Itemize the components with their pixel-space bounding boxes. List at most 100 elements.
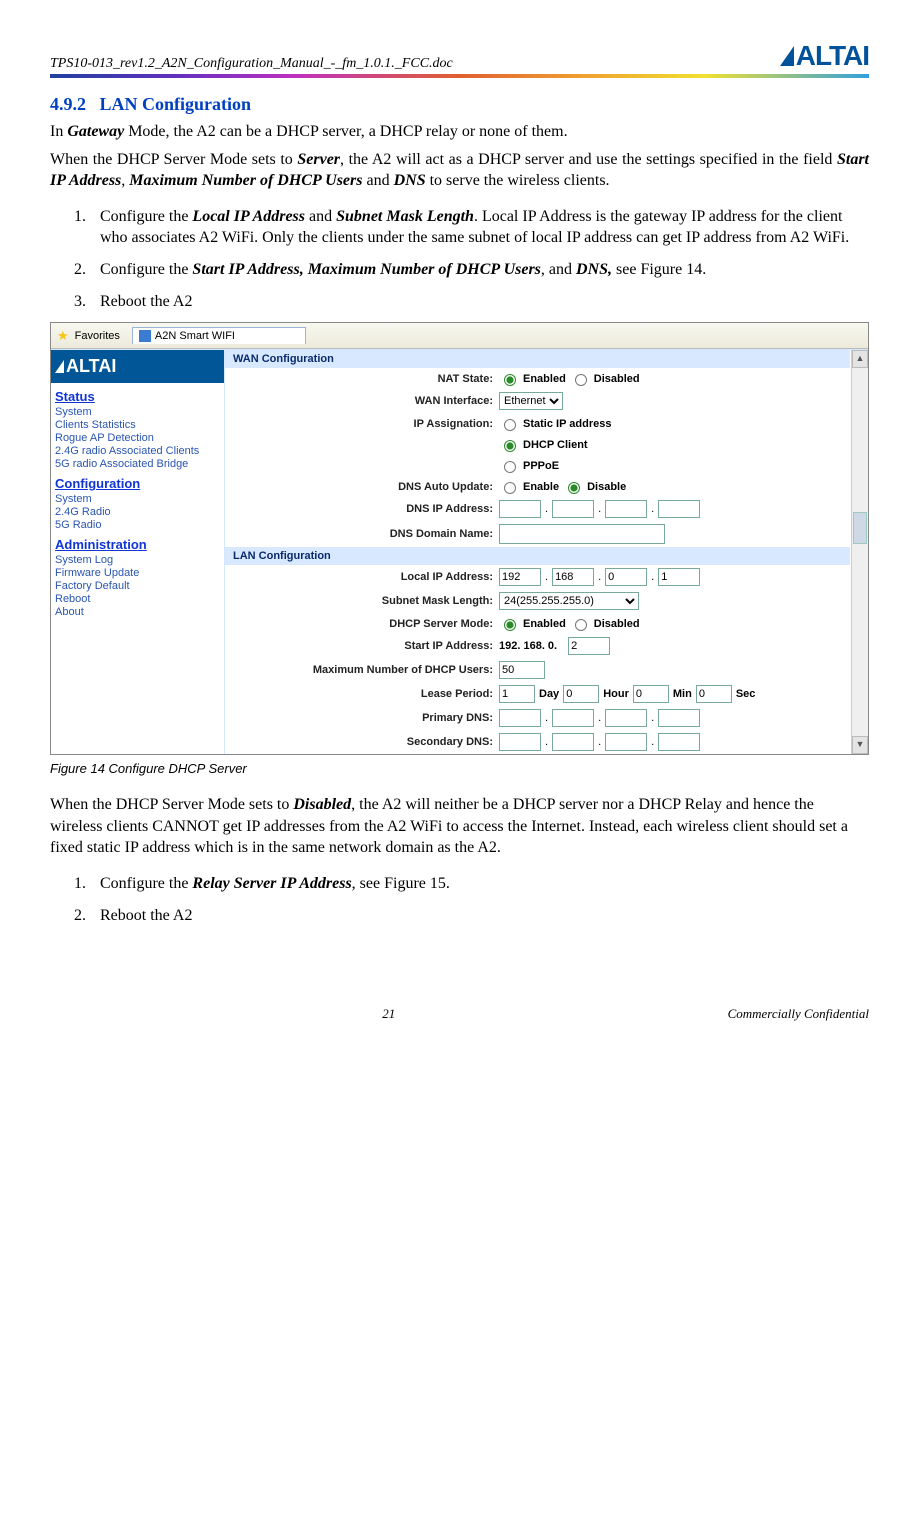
lease-label: Lease Period: — [233, 688, 493, 700]
nat-enabled-radio[interactable] — [504, 374, 516, 386]
sidebar-item-reboot[interactable]: Reboot — [55, 593, 220, 605]
subnet-mask-select[interactable]: 24(255.255.255.0) — [499, 592, 639, 610]
pdns-4-input[interactable] — [658, 709, 700, 727]
ip-static-text: Static IP address — [523, 418, 611, 430]
brand-logo: ALTAI — [780, 40, 869, 72]
sidebar-item-system[interactable]: System — [55, 406, 220, 418]
steps-list-1: Configure the Local IP Address and Subne… — [80, 206, 869, 312]
paragraph-1: In Gateway Mode, the A2 can be a DHCP se… — [50, 121, 869, 143]
sidebar-item-rogue-ap[interactable]: Rogue AP Detection — [55, 432, 220, 444]
start-ip-prefix: 192. 168. 0. — [499, 640, 557, 652]
sidebar-head-config: Configuration — [55, 476, 220, 491]
sidebar: ALTAI Status System Clients Statistics R… — [51, 350, 225, 754]
sidebar-item-cfg-system[interactable]: System — [55, 493, 220, 505]
step-1: Configure the Local IP Address and Subne… — [90, 206, 869, 249]
sidebar-item-cfg-5g[interactable]: 5G Radio — [55, 519, 220, 531]
dns-auto-label: DNS Auto Update: — [233, 481, 493, 493]
local-ip-1-input[interactable] — [499, 568, 541, 586]
ip-pppoe-radio[interactable] — [504, 461, 516, 473]
paragraph-3: When the DHCP Server Mode sets to Disabl… — [50, 794, 869, 859]
dns-ip-2-input[interactable] — [552, 500, 594, 518]
sidebar-item-clients-stats[interactable]: Clients Statistics — [55, 419, 220, 431]
sidebar-head-admin: Administration — [55, 537, 220, 552]
tab-title: A2N Smart WIFI — [155, 330, 235, 342]
dns-auto-enable-radio[interactable] — [504, 482, 516, 494]
max-users-input[interactable] — [499, 661, 545, 679]
main-panel: WAN Configuration NAT State: Enabled Dis… — [225, 350, 868, 754]
dns-auto-disable-radio[interactable] — [568, 482, 580, 494]
scroll-down-icon[interactable]: ▼ — [852, 736, 868, 754]
sidebar-item-firmware[interactable]: Firmware Update — [55, 567, 220, 579]
step-b1: Configure the Relay Server IP Address, s… — [90, 873, 869, 895]
browser-tab[interactable]: A2N Smart WIFI — [132, 327, 306, 344]
lease-min-input[interactable] — [633, 685, 669, 703]
step-3: Reboot the A2 — [90, 291, 869, 313]
sdns-2-input[interactable] — [552, 733, 594, 751]
lease-sec-input[interactable] — [696, 685, 732, 703]
wan-interface-label: WAN Interface: — [233, 395, 493, 407]
sdns-3-input[interactable] — [605, 733, 647, 751]
page-footer: 21 Commercially Confidential — [50, 1006, 869, 1022]
sidebar-item-syslog[interactable]: System Log — [55, 554, 220, 566]
dns-auto-enable-text: Enable — [523, 481, 559, 493]
dns-auto-disable-text: Disable — [587, 481, 626, 493]
dns-domain-input[interactable] — [499, 524, 665, 544]
local-ip-label: Local IP Address: — [233, 571, 493, 583]
dhcp-mode-label: DHCP Server Mode: — [233, 618, 493, 630]
logo-text: ALTAI — [796, 40, 869, 72]
ip-dhcp-radio[interactable] — [504, 440, 516, 452]
wan-section-header: WAN Configuration — [225, 350, 850, 368]
dhcp-disabled-radio[interactable] — [575, 619, 587, 631]
header-divider — [50, 74, 869, 78]
dhcp-enabled-radio[interactable] — [504, 619, 516, 631]
lan-section-header: LAN Configuration — [225, 547, 850, 565]
steps-list-2: Configure the Relay Server IP Address, s… — [80, 873, 869, 926]
nat-disabled-text: Disabled — [594, 373, 640, 385]
sidebar-logo-triangle-icon — [55, 360, 64, 373]
browser-toolbar: ★ Favorites A2N Smart WIFI — [51, 323, 868, 349]
local-ip-2-input[interactable] — [552, 568, 594, 586]
vertical-scrollbar[interactable]: ▲ ▼ — [851, 350, 868, 754]
dns-ip-4-input[interactable] — [658, 500, 700, 518]
primary-dns-label: Primary DNS: — [233, 712, 493, 724]
ip-static-radio[interactable] — [504, 419, 516, 431]
ip-dhcp-text: DHCP Client — [523, 439, 588, 451]
dhcp-disabled-text: Disabled — [594, 618, 640, 630]
paragraph-2: When the DHCP Server Mode sets to Server… — [50, 149, 869, 192]
lease-hour-input[interactable] — [563, 685, 599, 703]
scroll-up-icon[interactable]: ▲ — [852, 350, 868, 368]
dhcp-enabled-text: Enabled — [523, 618, 566, 630]
local-ip-4-input[interactable] — [658, 568, 700, 586]
sidebar-item-24g-clients[interactable]: 2.4G radio Associated Clients — [55, 445, 220, 457]
dns-ip-1-input[interactable] — [499, 500, 541, 518]
sidebar-head-status: Status — [55, 389, 220, 404]
start-ip-last-input[interactable] — [568, 637, 610, 655]
local-ip-3-input[interactable] — [605, 568, 647, 586]
start-ip-label: Start IP Address: — [233, 640, 493, 652]
sidebar-item-factory[interactable]: Factory Default — [55, 580, 220, 592]
scroll-thumb[interactable] — [853, 512, 867, 544]
tab-favicon-icon — [139, 330, 151, 342]
pdns-3-input[interactable] — [605, 709, 647, 727]
step-2: Configure the Start IP Address, Maximum … — [90, 259, 869, 281]
confidential-label: Commercially Confidential — [728, 1006, 869, 1022]
sidebar-item-5g-bridge[interactable]: 5G radio Associated Bridge — [55, 458, 220, 470]
dns-ip-label: DNS IP Address: — [233, 503, 493, 515]
ip-assignation-label: IP Assignation: — [233, 418, 493, 430]
sdns-4-input[interactable] — [658, 733, 700, 751]
pdns-2-input[interactable] — [552, 709, 594, 727]
secondary-dns-label: Secondary DNS: — [233, 736, 493, 748]
dns-ip-3-input[interactable] — [605, 500, 647, 518]
favorites-star-icon[interactable]: ★ — [57, 328, 69, 344]
pdns-1-input[interactable] — [499, 709, 541, 727]
nat-disabled-radio[interactable] — [575, 374, 587, 386]
nat-enabled-text: Enabled — [523, 373, 566, 385]
sidebar-item-about[interactable]: About — [55, 606, 220, 618]
sdns-1-input[interactable] — [499, 733, 541, 751]
wan-interface-select[interactable]: Ethernet — [499, 392, 563, 410]
favorites-label[interactable]: Favorites — [75, 330, 120, 342]
lease-day-input[interactable] — [499, 685, 535, 703]
section-heading: 4.9.2 LAN Configuration — [50, 94, 869, 115]
figure-14-caption: Figure 14 Configure DHCP Server — [50, 761, 869, 776]
sidebar-item-cfg-24g[interactable]: 2.4G Radio — [55, 506, 220, 518]
